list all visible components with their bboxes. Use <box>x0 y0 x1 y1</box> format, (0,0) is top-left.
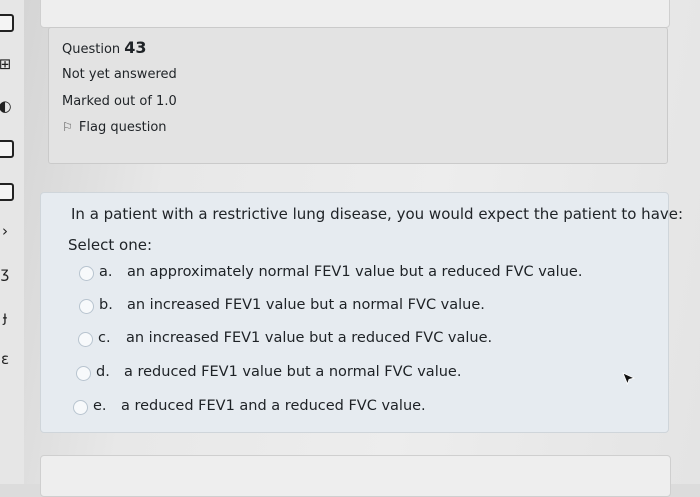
radio-button[interactable] <box>76 366 91 381</box>
flag-question-label: Flag question <box>78 120 167 135</box>
quiz-nav-icon[interactable] <box>0 14 14 32</box>
question-text: In a patient with a restrictive lung dis… <box>71 205 684 223</box>
left-nav-rail: ⊞ ◐ › ʒ ɟ ɛ <box>0 0 24 484</box>
question-label: Question <box>62 42 121 57</box>
option-letter: b. <box>99 297 113 313</box>
expand-icon[interactable]: ⊞ <box>0 55 14 73</box>
option-text: an increased FEV1 value but a normal FVC… <box>127 297 485 313</box>
question-content-panel: In a patient with a restrictive lung dis… <box>40 192 683 433</box>
marked-out-of: Marked out of 1.0 <box>62 94 177 109</box>
mouse-cursor-icon <box>622 372 636 386</box>
nav-item-icon[interactable]: ɟ <box>0 308 14 326</box>
option-letter: a. <box>99 264 113 280</box>
radio-button[interactable] <box>79 266 94 281</box>
option-text: an approximately normal FEV1 value but a… <box>127 264 583 280</box>
chevron-right-icon[interactable]: › <box>0 222 14 240</box>
edit-icon[interactable] <box>0 140 14 158</box>
option-text: a reduced FEV1 value but a normal FVC va… <box>124 364 462 380</box>
select-one-prompt: Select one: <box>68 236 153 254</box>
question-number-value: 43 <box>124 38 147 57</box>
nav-item-icon[interactable]: ʒ <box>0 264 14 282</box>
option-letter: c. <box>98 330 111 346</box>
radio-button[interactable] <box>73 400 88 415</box>
info-icon[interactable]: ◐ <box>0 97 14 115</box>
flag-icon: ⚐ <box>62 120 73 134</box>
question-info-panel: Question 43 Not yet answered Marked out … <box>48 27 668 164</box>
question-number: Question 43 <box>62 38 147 57</box>
option-text: a reduced FEV1 and a reduced FVC value. <box>121 398 426 414</box>
option-letter: e. <box>93 398 107 414</box>
flag-question-link[interactable]: ⚐ Flag question <box>62 120 167 135</box>
page-icon[interactable] <box>0 183 14 201</box>
question-status: Not yet answered <box>62 67 177 82</box>
right-panel-edge <box>688 0 700 484</box>
next-question-card <box>40 455 671 497</box>
option-letter: d. <box>96 364 110 380</box>
previous-question-card <box>40 0 670 28</box>
nav-item-icon[interactable]: ɛ <box>0 350 14 368</box>
radio-button[interactable] <box>79 299 94 314</box>
option-text: an increased FEV1 value but a reduced FV… <box>126 330 493 346</box>
radio-button[interactable] <box>78 332 93 347</box>
